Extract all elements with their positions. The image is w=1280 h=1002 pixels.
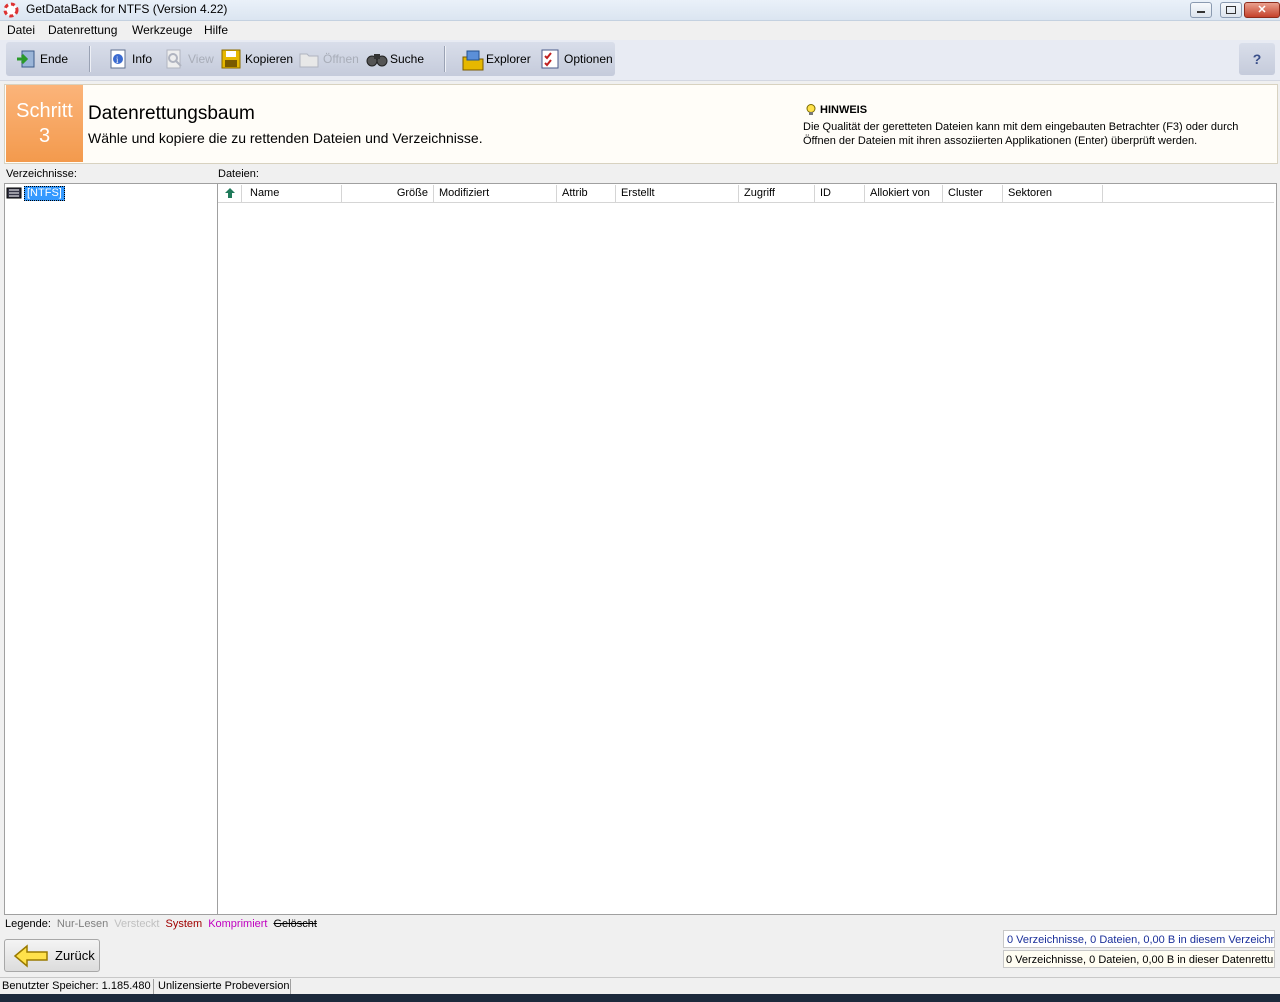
exit-icon xyxy=(16,49,36,69)
menu-datenrettung[interactable]: Datenrettung xyxy=(48,23,117,37)
back-button[interactable]: Zurück xyxy=(4,939,100,972)
directories-label: Verzeichnisse: xyxy=(6,168,77,180)
file-list[interactable] xyxy=(217,183,1277,915)
column-attrib[interactable]: Attrib xyxy=(557,185,616,202)
ende-button[interactable]: Ende xyxy=(16,42,68,76)
menu-hilfe[interactable]: Hilfe xyxy=(204,23,228,37)
status-bar: Benutzter Speicher: 1.185.480 Unlizensie… xyxy=(0,977,1280,995)
step-word: Schritt xyxy=(16,100,73,122)
floppy-disk-icon xyxy=(221,49,241,69)
legend-system: System xyxy=(165,918,203,930)
file-list-header: Name Größe Modifiziert Attrib Erstellt Z… xyxy=(218,185,1274,203)
suche-button[interactable]: Suche xyxy=(366,42,424,76)
stats-total: 0 Verzeichnisse, 0 Dateien, 0,00 B in di… xyxy=(1003,950,1275,968)
legend-readonly: Nur-Lesen xyxy=(56,918,109,930)
info-icon: i xyxy=(108,49,128,69)
kopieren-button[interactable]: Kopieren xyxy=(221,42,293,76)
lightbulb-icon xyxy=(806,104,816,115)
step-title: Datenrettungsbaum xyxy=(88,103,255,124)
binoculars-icon xyxy=(366,49,388,69)
explorer-button[interactable]: Explorer xyxy=(462,42,531,76)
column-accessed[interactable]: Zugriff xyxy=(739,185,815,202)
drive-icon xyxy=(6,187,22,199)
step-badge: Schritt 3 xyxy=(6,85,83,162)
menu-bar: Datei Datenrettung Werkzeuge Hilfe xyxy=(0,21,1280,39)
hint-text: Die Qualität der geretteten Dateien kann… xyxy=(803,121,1239,147)
oeffnen-button[interactable]: Öffnen xyxy=(299,42,359,76)
tree-node-ntfs[interactable]: [NTFS] xyxy=(24,186,65,201)
info-button[interactable]: i Info xyxy=(108,42,152,76)
magnifier-icon xyxy=(164,49,184,69)
help-icon: ? xyxy=(1252,51,1262,67)
column-allocated-by[interactable]: Allokiert von xyxy=(865,185,943,202)
column-sectors[interactable]: Sektoren xyxy=(1003,185,1103,202)
column-modified[interactable]: Modifiziert xyxy=(434,185,557,202)
taskbar xyxy=(0,994,1280,1002)
directory-tree[interactable] xyxy=(4,183,218,915)
step-number: 3 xyxy=(38,125,51,147)
help-button[interactable]: ? xyxy=(1239,43,1275,75)
toolbar: Ende i Info View Kopieren Öffnen Suche E… xyxy=(6,42,615,76)
checklist-icon xyxy=(540,49,560,69)
view-button[interactable]: View xyxy=(164,42,214,76)
stats-current-directory: 0 Verzeichnisse, 0 Dateien, 0,00 B in di… xyxy=(1003,930,1275,948)
column-size[interactable]: Größe xyxy=(342,185,434,202)
folder-open-icon xyxy=(299,49,319,69)
toolbar-separator xyxy=(89,46,91,72)
column-name[interactable]: Name xyxy=(242,185,342,202)
files-label: Dateien: xyxy=(218,168,259,180)
close-button[interactable]: ✕ xyxy=(1244,2,1280,18)
toolbar-separator xyxy=(444,46,446,72)
explorer-icon xyxy=(462,49,484,71)
restore-button[interactable] xyxy=(1220,2,1242,18)
window-title: GetDataBack for NTFS (Version 4.22) xyxy=(26,2,228,16)
column-id[interactable]: ID xyxy=(815,185,865,202)
status-memory: Benutzter Speicher: 1.185.480 xyxy=(0,979,154,994)
column-created[interactable]: Erstellt xyxy=(616,185,739,202)
legend-compressed: Komprimiert xyxy=(208,918,268,930)
minimize-button[interactable] xyxy=(1190,2,1212,18)
column-cluster[interactable]: Cluster xyxy=(943,185,1003,202)
sort-up-arrow-icon[interactable] xyxy=(218,185,242,202)
legend-deleted: Gelöscht xyxy=(273,918,317,930)
menu-werkzeuge[interactable]: Werkzeuge xyxy=(132,23,192,37)
legend: Legende: Nur-Lesen Versteckt System Komp… xyxy=(5,918,317,930)
menu-datei[interactable]: Datei xyxy=(7,23,35,37)
legend-hidden: Versteckt xyxy=(114,918,160,930)
hint-title: HINWEIS xyxy=(820,104,868,116)
status-license: Unlizensierte Probeversion xyxy=(158,979,291,994)
legend-label: Legende: xyxy=(5,918,51,930)
optionen-button[interactable]: Optionen xyxy=(540,42,613,76)
lifebuoy-icon xyxy=(3,2,19,18)
arrow-left-icon xyxy=(13,943,48,968)
step-description: Wähle und kopiere die zu rettenden Datei… xyxy=(88,130,483,146)
